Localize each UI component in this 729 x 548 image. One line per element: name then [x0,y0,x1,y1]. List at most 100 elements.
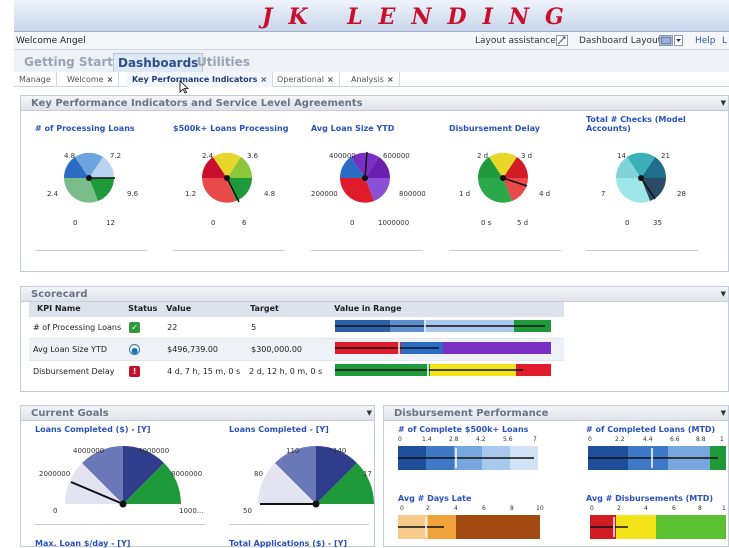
layout-assistance-link[interactable]: Layout assistance [475,36,556,46]
gauge-title: $500k+ Loans Processing [173,124,289,133]
gauge-tick: 140 [333,447,347,455]
gauge-tick: 200000 [311,190,338,198]
close-icon[interactable]: × [327,75,334,84]
tab-manage[interactable]: Manage [14,72,57,87]
gauge-tick: 0 [625,219,630,227]
gauge-title: Avg Loan Size YTD [311,124,395,133]
column-header: Status [125,302,164,316]
gauge-tick: 50 [243,507,252,515]
disbursement-title: Disbursement Performance [394,408,549,419]
nav-dashboards[interactable]: Dashboards [113,53,204,73]
tick-label: 10 [536,505,544,512]
gauge-tick: 1000... [179,507,204,515]
kpi-name: Disbursement Delay [29,359,126,382]
gauge-tick: 110 [286,447,300,455]
disbursement-header: Disbursement Performance ▼ [384,406,728,421]
column-header: Value in Range [331,302,564,316]
tick-label: 8 [510,505,514,512]
tab-label: Analysis [351,75,384,84]
gauge-tick: 35 [653,219,662,227]
collapse-icon[interactable]: ▼ [367,409,372,417]
check-icon: ✓ [129,321,141,333]
gauge-divider [586,250,698,251]
loans-completed-count-gauge [258,446,374,508]
nav-utilities[interactable]: Utilities [197,55,250,69]
gauge-tick: 2.4 [47,190,59,198]
tab-key-performance-indicators[interactable]: Key Performance Indicators × [127,72,274,87]
scorecard-header-row: KPI Name Status Value Target Value in Ra… [29,302,564,316]
tick-label: 1 [722,505,726,512]
more-link[interactable]: L [722,36,727,46]
table-row[interactable]: Disbursement Delay ! 4 d, 7 h, 15 m, 0 s… [29,359,564,382]
gauge-divider [35,524,205,525]
tab-welcome[interactable]: Welcome × [62,72,120,87]
bullet-chart-title: Avg # Disbursements (MTD) [586,494,714,503]
kpi-target: 5 [247,315,332,338]
gauge-tick: 2 d [477,152,489,160]
tick-label: 0 [588,436,592,443]
column-header: Target [247,302,332,316]
disbursement-performance-panel: Disbursement Performance ▼ # of Complete… [383,405,729,547]
kpi-name: # of Processing Loans [29,315,126,338]
table-row[interactable]: Avg Loan Size YTD ● $496,739.00 $300,000… [29,337,564,360]
close-icon[interactable]: × [260,75,267,84]
tick-label: 2 [617,505,621,512]
complete-500k-loans-bullet [398,446,538,470]
tab-analysis[interactable]: Analysis × [346,72,400,87]
app-banner: JK LENDING [14,0,729,32]
gauge-tick: 0 [73,219,78,227]
value-in-range-bar [331,315,564,338]
column-header: KPI Name [29,302,126,316]
column-header: Value [163,302,248,316]
help-link[interactable]: Help [695,36,716,46]
gauge-tick: 21 [661,152,670,160]
tick-label: 2.8 [449,436,459,443]
goal-gauge-title: Loans Completed - [Y] [229,425,329,434]
tick-label: 8 [698,505,702,512]
kpi-panel: Key Performance Indicators and Service L… [20,95,729,272]
gauge-tick: 7 [601,190,606,198]
chevron-down-icon[interactable] [674,35,683,46]
tick-label: 6 [672,505,676,512]
gauge-divider [35,250,147,251]
gauge-title: # of Processing Loans [35,124,135,133]
gauge-tick: 4000000 [73,447,105,455]
tab-label: Welcome [67,75,104,84]
collapse-icon[interactable]: ▼ [721,99,726,107]
gauge-tick: 4.8 [264,190,276,198]
circle-status-icon: ● [129,343,141,355]
gauge-tick: 80 [254,470,263,478]
kpi-target: $300,000.00 [247,337,332,360]
tick-label: 2.2 [615,436,625,443]
gauge-tick: 1.2 [185,190,197,198]
gauge-tick: 7.2 [110,152,122,160]
tab-label: Key Performance Indicators [132,75,258,84]
kpi-panel-header: Key Performance Indicators and Service L… [21,96,728,111]
gauge-tick: 6 [242,219,247,227]
scorecard-title: Scorecard [31,289,88,300]
gauge-tick: 28 [677,190,686,198]
value-in-range-bar [331,337,564,360]
current-goals-title: Current Goals [31,408,109,419]
close-icon[interactable]: × [107,75,114,84]
dashboard-layout-icon[interactable] [659,35,673,46]
gauge-tick: 2000000 [39,470,71,478]
close-icon[interactable]: × [387,75,394,84]
dashboard-layout-label: Dashboard Layout [579,36,662,46]
tick-label: 5.6 [503,436,513,443]
layout-assistance-icon[interactable] [556,35,568,46]
tab-operational[interactable]: Operational × [272,72,340,87]
tab-label: Operational [277,75,324,84]
table-row[interactable]: # of Processing Loans ✓ 22 5 [29,315,564,338]
kpi-value: 22 [163,315,248,338]
gauge-tick: 8000000 [171,470,203,478]
gauge-title: Disbursement Delay [449,124,540,133]
collapse-icon[interactable]: ▼ [721,290,726,298]
scorecard-table: KPI Name Status Value Target Value in Ra… [29,302,564,382]
gauge-tick: 3 d [521,152,533,160]
tick-label: 0 [590,505,594,512]
collapse-icon[interactable]: ▼ [721,409,726,417]
tab-label: Manage [19,75,51,84]
tick-label: 1 [720,436,724,443]
current-goals-panel: Current Goals ▼ Loans Completed ($) - [Y… [20,405,375,548]
